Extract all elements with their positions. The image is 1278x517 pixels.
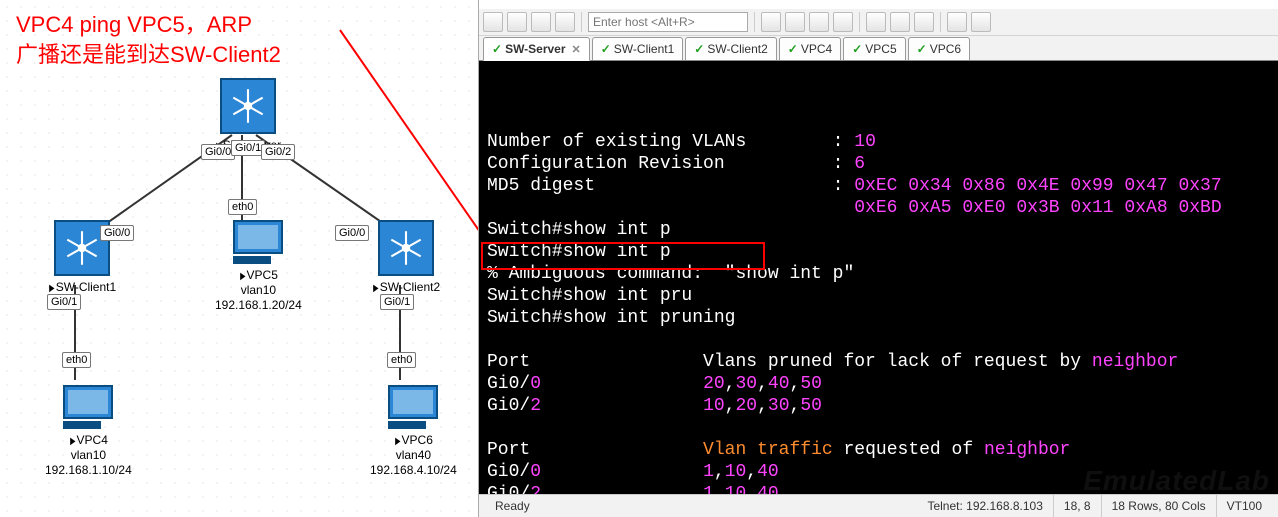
toolbar-button[interactable] — [866, 12, 886, 32]
terminal-line: Gi0/2 10,20,30,50 — [487, 395, 1270, 417]
separator — [940, 12, 941, 32]
terminal-line: Port Vlans pruned for lack of request by… — [487, 351, 1270, 373]
terminal-line: Switch#show int p — [487, 241, 1270, 263]
check-icon: ✓ — [694, 42, 704, 56]
toolbar-button[interactable] — [947, 12, 967, 32]
check-icon: ✓ — [788, 42, 798, 56]
ip-label: 192.168.1.20/24 — [215, 298, 302, 312]
port-label: eth0 — [387, 352, 416, 368]
toolbar-button[interactable] — [483, 12, 503, 32]
terminal-line — [487, 329, 1270, 351]
tab-label: VPC5 — [865, 42, 896, 56]
node-label: ▶VPC4 — [45, 433, 132, 447]
toolbar-button[interactable] — [761, 12, 781, 32]
terminal-line — [487, 417, 1270, 439]
check-icon: ✓ — [601, 42, 611, 56]
annotation-text: VPC4 ping VPC5，ARP 广播还是能到达SW-Client2 — [16, 10, 281, 69]
terminal-line: 0xE6 0xA5 0xE0 0x3B 0x11 0xA8 0xBD — [487, 197, 1270, 219]
status-term: VT100 — [1217, 495, 1272, 517]
terminal-line: Switch#show int pru — [487, 285, 1270, 307]
node-label: ▶VPC6 — [370, 433, 457, 447]
status-telnet: Telnet: 192.168.8.103 — [917, 495, 1053, 517]
toolbar-button[interactable] — [507, 12, 527, 32]
topology-canvas[interactable]: VPC4 ping VPC5，ARP 广播还是能到达SW-Client2 ▶SW… — [0, 0, 478, 517]
tab-label: SW-Server — [505, 42, 565, 56]
separator — [859, 12, 860, 32]
node-label: ▶VPC5 — [215, 268, 302, 282]
toolbar-button[interactable] — [971, 12, 991, 32]
terminal-line: Switch#show int p — [487, 219, 1270, 241]
status-pos: 18, 8 — [1054, 495, 1102, 517]
port-label: Gi0/0 — [335, 225, 369, 241]
pc-icon — [63, 385, 113, 429]
node-vpc6[interactable]: ▶VPC6 vlan40 192.168.4.10/24 — [370, 385, 457, 477]
port-label: Gi0/2 — [261, 144, 295, 160]
tab-vpc4[interactable]: ✓VPC4 — [779, 37, 841, 60]
port-label: Gi0/1 — [380, 294, 414, 310]
tab-label: VPC4 — [801, 42, 832, 56]
node-label: ▶SW-Client1 — [48, 280, 116, 294]
ip-label: 192.168.1.10/24 — [45, 463, 132, 477]
terminal-output[interactable]: Number of existing VLANs : 10Configurati… — [479, 61, 1278, 494]
switch-icon — [378, 220, 434, 276]
close-icon[interactable]: ✕ — [572, 43, 581, 56]
toolbar-button[interactable] — [785, 12, 805, 32]
toolbar-button[interactable] — [531, 12, 551, 32]
pc-icon — [388, 385, 438, 429]
status-bar: Ready Telnet: 192.168.8.103 18, 8 18 Row… — [479, 494, 1278, 517]
vlan-label: vlan10 — [45, 448, 132, 462]
toolbar-button[interactable] — [914, 12, 934, 32]
tab-sw-server[interactable]: ✓SW-Server ✕ — [483, 37, 590, 61]
vlan-label: vlan40 — [370, 448, 457, 462]
toolbar-button[interactable] — [555, 12, 575, 32]
tab-label: SW-Client1 — [614, 42, 674, 56]
tab-sw-client2[interactable]: ✓SW-Client2 — [685, 37, 777, 60]
toolbar-button[interactable] — [809, 12, 829, 32]
menubar — [479, 0, 1278, 9]
node-sw-client2[interactable]: ▶SW-Client2 — [372, 220, 440, 294]
separator — [754, 12, 755, 32]
tab-label: VPC6 — [930, 42, 961, 56]
node-vpc5[interactable]: ▶VPC5 vlan10 192.168.1.20/24 — [215, 220, 302, 312]
terminal-line: Number of existing VLANs : 10 — [487, 131, 1270, 153]
ip-label: 192.168.4.10/24 — [370, 463, 457, 477]
tab-vpc6[interactable]: ✓VPC6 — [908, 37, 970, 60]
pc-icon — [233, 220, 283, 264]
toolbar — [479, 9, 1278, 36]
check-icon: ✓ — [492, 42, 502, 56]
toolbar-button[interactable] — [890, 12, 910, 32]
separator — [581, 12, 582, 32]
node-label: ▶SW-Client2 — [372, 280, 440, 294]
switch-icon — [220, 78, 276, 134]
status-ready: Ready — [485, 495, 540, 517]
check-icon: ✓ — [917, 42, 927, 56]
check-icon: ✓ — [852, 42, 862, 56]
tab-label: SW-Client2 — [707, 42, 767, 56]
port-label: eth0 — [62, 352, 91, 368]
status-size: 18 Rows, 80 Cols — [1102, 495, 1217, 517]
terminal-app: ✓SW-Server✕✓SW-Client1✓SW-Client2✓VPC4✓V… — [478, 0, 1278, 517]
port-label: Gi0/0 — [100, 225, 134, 241]
terminal-line: % Ambiguous command: "show int p" — [487, 263, 1270, 285]
terminal-line: Gi0/0 20,30,40,50 — [487, 373, 1270, 395]
terminal-line: Configuration Revision : 6 — [487, 153, 1270, 175]
port-label: Gi0/1 — [47, 294, 81, 310]
tab-vpc5[interactable]: ✓VPC5 — [843, 37, 905, 60]
terminal-line: Port Vlan traffic requested of neighbor — [487, 439, 1270, 461]
vlan-label: vlan10 — [215, 283, 302, 297]
terminal-line: Gi0/0 1,10,40 — [487, 461, 1270, 483]
host-input[interactable] — [588, 12, 748, 32]
tab-sw-client1[interactable]: ✓SW-Client1 — [592, 37, 684, 60]
terminal-line: Gi0/2 1,10,40 — [487, 483, 1270, 494]
terminal-line: MD5 digest : 0xEC 0x34 0x86 0x4E 0x99 0x… — [487, 175, 1270, 197]
tab-bar: ✓SW-Server✕✓SW-Client1✓SW-Client2✓VPC4✓V… — [479, 36, 1278, 61]
toolbar-button[interactable] — [833, 12, 853, 32]
node-vpc4[interactable]: ▶VPC4 vlan10 192.168.1.10/24 — [45, 385, 132, 477]
terminal-line: Switch#show int pruning — [487, 307, 1270, 329]
port-label: eth0 — [228, 199, 257, 215]
